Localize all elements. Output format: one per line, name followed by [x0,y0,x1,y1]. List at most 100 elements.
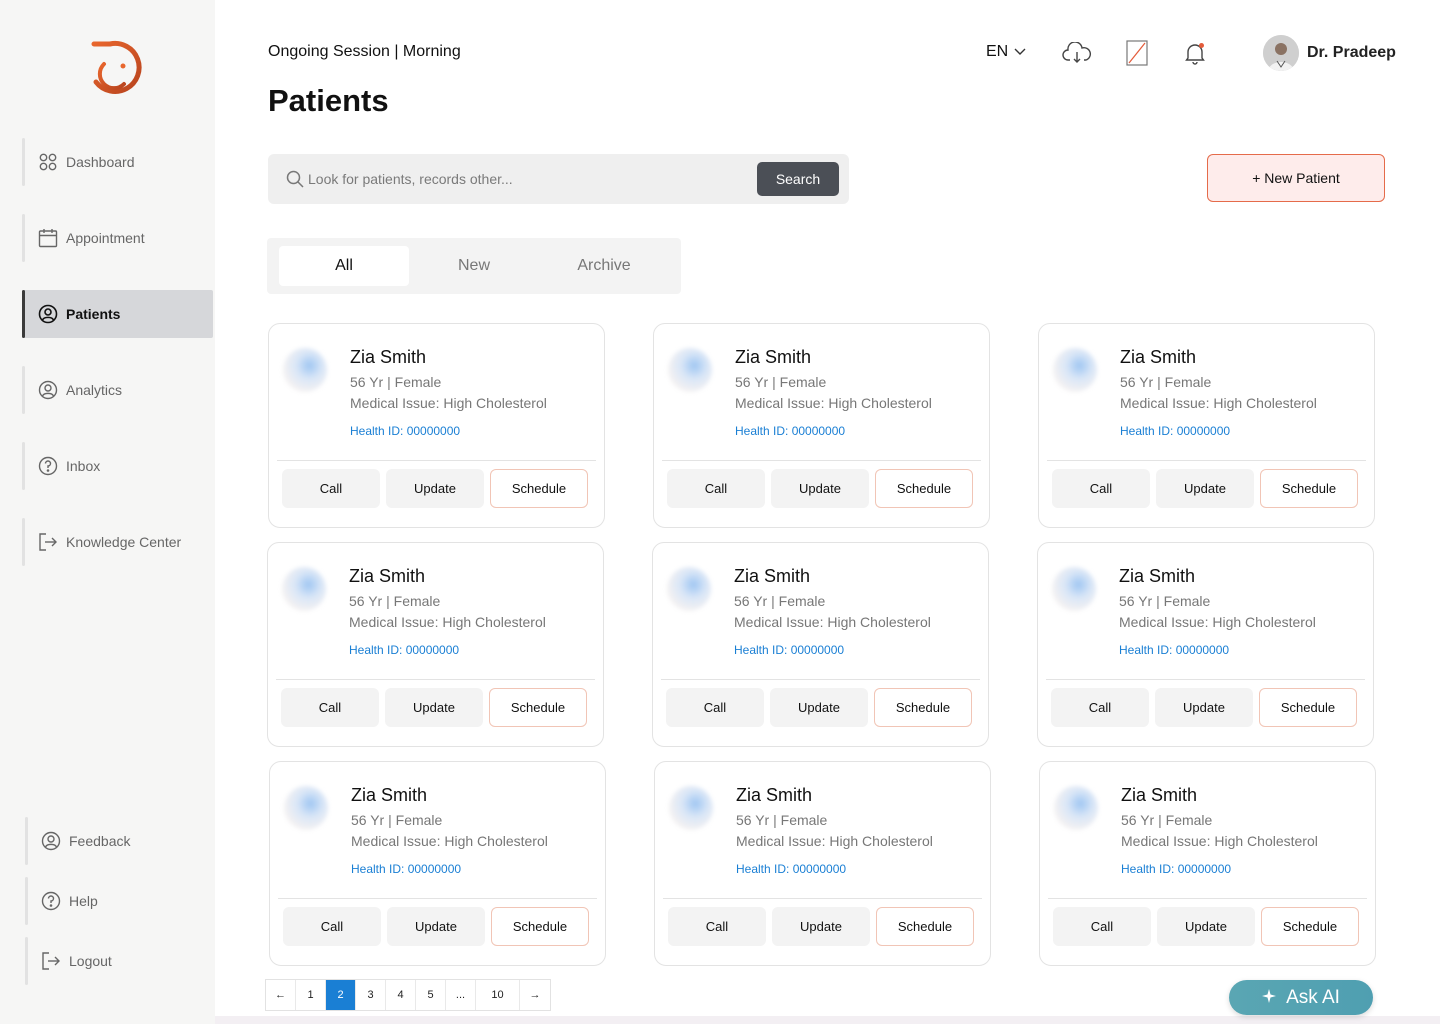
sidebar-item-label: Knowledge Center [66,534,182,550]
sidebar-item-logout[interactable]: Logout [25,937,216,985]
patient-card: Zia Smith 56 Yr | Female Medical Issue: … [269,761,606,966]
update-button[interactable]: Update [386,469,484,508]
sidebar-item-help[interactable]: Help [25,877,216,925]
patient-health-id[interactable]: Health ID: 00000000 [349,643,459,657]
update-button[interactable]: Update [770,688,868,727]
patient-gender: Female [1163,593,1211,609]
patient-age: 56 Yr [1120,374,1154,390]
patient-health-id[interactable]: Health ID: 00000000 [735,424,845,438]
schedule-button[interactable]: Schedule [874,688,972,727]
schedule-button[interactable]: Schedule [876,907,974,946]
patient-name: Zia Smith [1120,347,1197,367]
patient-health-id[interactable]: Health ID: 00000000 [351,862,461,876]
tab-new[interactable]: New [409,246,539,286]
patient-name: Zia Smith [350,347,427,367]
update-button[interactable]: Update [1155,688,1253,727]
pagination-page[interactable]: 5 [416,980,446,1010]
patient-photo [283,348,327,392]
schedule-button[interactable]: Schedule [491,907,589,946]
patient-health-id[interactable]: Health ID: 00000000 [1119,643,1229,657]
call-button[interactable]: Call [668,907,766,946]
new-patient-button[interactable]: + New Patient [1207,154,1385,202]
patient-health-id[interactable]: Health ID: 00000000 [734,643,844,657]
patient-health-id[interactable]: Health ID: 00000000 [1120,424,1230,438]
tab-all[interactable]: All [279,246,409,286]
user-name[interactable]: Dr. Pradeep [1307,44,1396,62]
patient-health-id[interactable]: Health ID: 00000000 [736,862,846,876]
call-button[interactable]: Call [1051,688,1149,727]
call-button[interactable]: Call [666,688,764,727]
patient-gender: Female [780,812,828,828]
app-logo[interactable] [86,38,148,100]
schedule-button[interactable]: Schedule [489,688,587,727]
call-button[interactable]: Call [1052,469,1150,508]
patient-age: 56 Yr [735,374,769,390]
schedule-button[interactable]: Schedule [1260,469,1358,508]
sidebar-item-dashboard[interactable]: Dashboard [22,138,213,186]
update-button[interactable]: Update [387,907,485,946]
patient-medical-issue: Medical Issue: High Cholesterol [1121,833,1318,849]
patient-card: Zia Smith 56 Yr | Female Medical Issue: … [652,542,989,747]
patient-photo [1052,567,1096,611]
schedule-button[interactable]: Schedule [1259,688,1357,727]
sidebar-item-label: Help [69,893,98,909]
call-button[interactable]: Call [282,469,380,508]
sidebar-item-appointment[interactable]: Appointment [22,214,213,262]
patient-age-gender: 56 Yr | Female [351,812,443,828]
bell-icon[interactable] [1180,39,1210,67]
pagination-page[interactable]: 1 [296,980,326,1010]
no-image-icon[interactable] [1122,39,1152,67]
schedule-button[interactable]: Schedule [1261,907,1359,946]
call-button[interactable]: Call [281,688,379,727]
pagination-page[interactable]: 10 [476,980,520,1010]
bottom-strip [215,1016,1440,1024]
patient-age-gender: 56 Yr | Female [1119,593,1211,609]
session-value: Morning [402,43,461,60]
patient-age-gender: 56 Yr | Female [349,593,441,609]
update-button[interactable]: Update [385,688,483,727]
update-button[interactable]: Update [771,469,869,508]
call-button[interactable]: Call [667,469,765,508]
sidebar: Dashboard Appointment Patients Analytics… [0,0,215,1024]
session-label: Ongoing Session [268,43,390,60]
search-icon [286,170,304,193]
call-button[interactable]: Call [1053,907,1151,946]
pagination-next-button[interactable]: → [520,980,550,1010]
ask-ai-button[interactable]: Ask AI [1229,980,1373,1015]
patient-gender: Female [394,374,442,390]
sidebar-item-inbox[interactable]: Inbox [22,442,213,490]
patient-age-gender: 56 Yr | Female [734,593,826,609]
sidebar-item-patients[interactable]: Patients [22,290,213,338]
search-input[interactable] [308,166,748,192]
user-circle-icon [38,380,58,400]
sidebar-item-label: Inbox [66,458,101,474]
update-button[interactable]: Update [1157,907,1255,946]
pagination-page-current[interactable]: 2 [326,980,356,1010]
pagination-prev-button[interactable]: ← [266,980,296,1010]
language-selector[interactable]: EN [986,43,1026,61]
call-button[interactable]: Call [283,907,381,946]
sidebar-item-analytics[interactable]: Analytics [22,366,213,414]
schedule-button[interactable]: Schedule [875,469,973,508]
ask-ai-label: Ask AI [1286,986,1340,1008]
search-button[interactable]: Search [757,162,839,196]
card-divider [278,898,597,899]
sidebar-item-feedback[interactable]: Feedback [25,817,216,865]
card-divider [277,460,596,461]
pagination-page[interactable]: 3 [356,980,386,1010]
update-button[interactable]: Update [772,907,870,946]
sidebar-item-label: Dashboard [66,154,135,170]
patient-health-id[interactable]: Health ID: 00000000 [350,424,460,438]
schedule-button[interactable]: Schedule [490,469,588,508]
sidebar-item-label: Appointment [66,230,145,246]
tab-archive[interactable]: Archive [539,246,669,286]
patient-gender: Female [1164,374,1212,390]
patient-health-id[interactable]: Health ID: 00000000 [1121,862,1231,876]
sidebar-item-knowledge-center[interactable]: Knowledge Center [22,518,213,566]
patient-age: 56 Yr [734,593,768,609]
patient-card: Zia Smith 56 Yr | Female Medical Issue: … [654,761,991,966]
avatar[interactable] [1263,35,1299,71]
cloud-download-icon[interactable] [1062,39,1092,67]
update-button[interactable]: Update [1156,469,1254,508]
pagination-page[interactable]: 4 [386,980,416,1010]
